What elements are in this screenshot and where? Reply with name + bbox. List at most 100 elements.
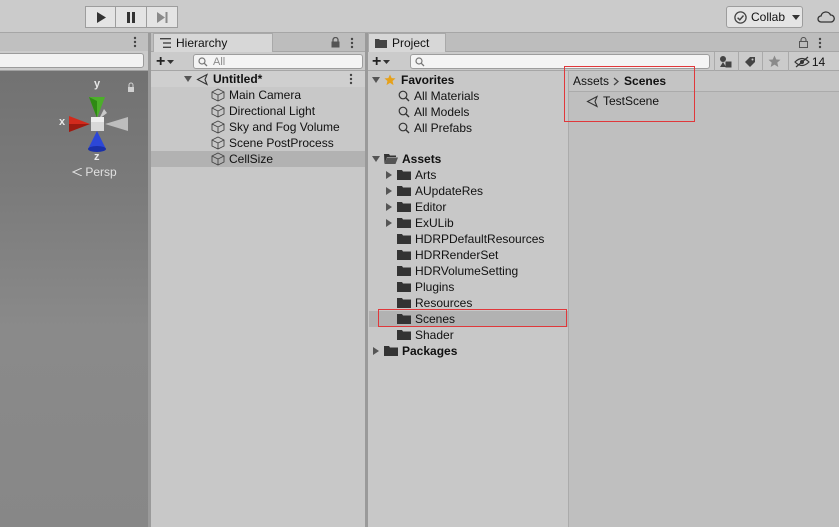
scene-view[interactable]: y x z Persp <box>0 33 148 527</box>
cloud-button[interactable] <box>812 6 839 28</box>
chevron-down-icon <box>383 59 391 64</box>
hidden-packages-toggle[interactable]: 14 <box>788 52 830 71</box>
expand-arrow-icon[interactable] <box>183 74 193 84</box>
unity-scene-icon <box>196 72 209 86</box>
projection-toggle[interactable]: Persp <box>71 165 117 179</box>
packages-header[interactable]: Packages <box>371 343 457 359</box>
chevron-down-icon <box>167 59 175 64</box>
gameobject-cube-icon <box>211 152 225 166</box>
step-icon <box>156 11 167 23</box>
tab-hierarchy[interactable]: Hierarchy <box>153 33 273 52</box>
highlight-box-scenes <box>378 309 567 327</box>
axis-x-label: x <box>59 116 66 128</box>
asset-folder[interactable]: Shader <box>384 327 454 343</box>
play-button[interactable] <box>85 6 116 28</box>
highlight-box-breadcrumb <box>564 66 695 122</box>
hierarchy-item[interactable]: Directional Light <box>211 103 315 119</box>
star-icon <box>768 55 781 67</box>
project-content-pane: Assets Scenes TestScene <box>564 66 839 527</box>
kebab-menu-icon[interactable] <box>818 37 822 49</box>
search-icon <box>398 90 410 102</box>
star-icon <box>384 74 396 86</box>
kebab-menu-icon[interactable] <box>133 36 137 48</box>
folder-icon <box>397 186 411 196</box>
asset-folder[interactable]: HDRVolumeSetting <box>384 263 518 279</box>
hierarchy-item-label: CellSize <box>229 152 274 166</box>
projection-label: Persp <box>85 165 117 179</box>
search-icon <box>198 56 208 66</box>
folder-icon <box>397 330 411 340</box>
collapse-arrow-icon[interactable] <box>384 186 394 196</box>
asset-folder[interactable]: Editor <box>384 199 446 215</box>
scene-tab-strip <box>0 33 148 51</box>
favorites-item[interactable]: All Materials <box>398 88 479 104</box>
hidden-count: 14 <box>811 54 826 69</box>
favorite-filter-button[interactable] <box>762 52 786 71</box>
tab-project[interactable]: Project <box>368 33 446 52</box>
project-folder-tree: Favorites All Materials All Models All P… <box>369 71 568 527</box>
hierarchy-item[interactable]: Scene PostProcess <box>211 135 334 151</box>
hierarchy-toolbar: + All <box>151 52 365 71</box>
expand-arrow-icon[interactable] <box>371 154 381 164</box>
scene-root-row[interactable]: Untitled* <box>151 71 365 87</box>
kebab-menu-icon[interactable] <box>350 37 354 49</box>
playmode-controls <box>85 6 178 28</box>
hierarchy-project-splitter[interactable] <box>365 33 368 527</box>
asset-folder-label: HDRPDefaultResources <box>415 232 545 246</box>
collapse-arrow-icon[interactable] <box>384 202 394 212</box>
create-dropdown-button[interactable]: + <box>156 53 175 70</box>
hierarchy-search-input[interactable]: All <box>193 54 363 69</box>
axis-y-label: y <box>94 78 101 90</box>
gameobject-cube-icon <box>211 104 225 118</box>
folder-open-icon <box>384 154 398 164</box>
folder-icon <box>375 39 387 48</box>
gameobject-cube-icon <box>211 120 225 134</box>
pause-button[interactable] <box>116 6 147 28</box>
lock-icon[interactable] <box>799 37 808 48</box>
favorites-item-label: All Materials <box>414 89 480 103</box>
cloud-icon <box>817 11 835 23</box>
collapse-arrow-icon[interactable] <box>384 170 394 180</box>
lock-icon[interactable] <box>331 37 340 48</box>
favorites-header[interactable]: Favorites <box>371 72 454 88</box>
search-by-label-button[interactable] <box>738 52 760 71</box>
collapse-arrow-icon[interactable] <box>384 218 394 228</box>
asset-folder[interactable]: Plugins <box>384 279 454 295</box>
scene-orientation-gizmo[interactable] <box>52 79 142 199</box>
search-by-type-button[interactable] <box>714 52 736 71</box>
favorites-item[interactable]: All Models <box>398 104 469 120</box>
folder-icon <box>384 346 398 356</box>
collapse-arrow-icon[interactable] <box>371 346 381 356</box>
assets-label: Assets <box>402 152 442 166</box>
hierarchy-item[interactable]: Sky and Fog Volume <box>211 119 340 135</box>
asset-folder-label: Shader <box>415 328 454 342</box>
asset-folder[interactable]: HDRRenderSet <box>384 247 498 263</box>
expand-arrow-icon[interactable] <box>371 75 381 85</box>
kebab-menu-icon[interactable] <box>349 73 353 85</box>
folder-icon <box>397 234 411 244</box>
asset-folder[interactable]: HDRPDefaultResources <box>384 231 544 247</box>
collab-button[interactable]: Collab <box>726 6 803 28</box>
create-dropdown-button[interactable]: + <box>372 52 391 70</box>
hierarchy-item[interactable]: Main Camera <box>211 87 301 103</box>
assets-header[interactable]: Assets <box>371 151 441 167</box>
scene-toolbar <box>0 51 148 71</box>
hierarchy-item[interactable]: CellSize <box>211 151 273 167</box>
step-button[interactable] <box>147 6 178 28</box>
play-icon <box>96 11 106 23</box>
asset-folder[interactable]: ExULib <box>384 215 454 231</box>
folder-icon <box>397 298 411 308</box>
asset-folder[interactable]: Arts <box>384 167 436 183</box>
asset-folder[interactable]: AUpdateRes <box>384 183 483 199</box>
hierarchy-tree: Untitled* Main Camera Directional Light … <box>151 71 365 527</box>
hierarchy-item-label: Directional Light <box>229 104 316 118</box>
perspective-icon <box>71 167 83 177</box>
folder-icon <box>397 250 411 260</box>
scene-search-input[interactable] <box>0 53 144 68</box>
favorites-item-label: All Prefabs <box>414 121 473 135</box>
plus-icon: + <box>372 52 382 70</box>
favorites-item[interactable]: All Prefabs <box>398 120 472 136</box>
